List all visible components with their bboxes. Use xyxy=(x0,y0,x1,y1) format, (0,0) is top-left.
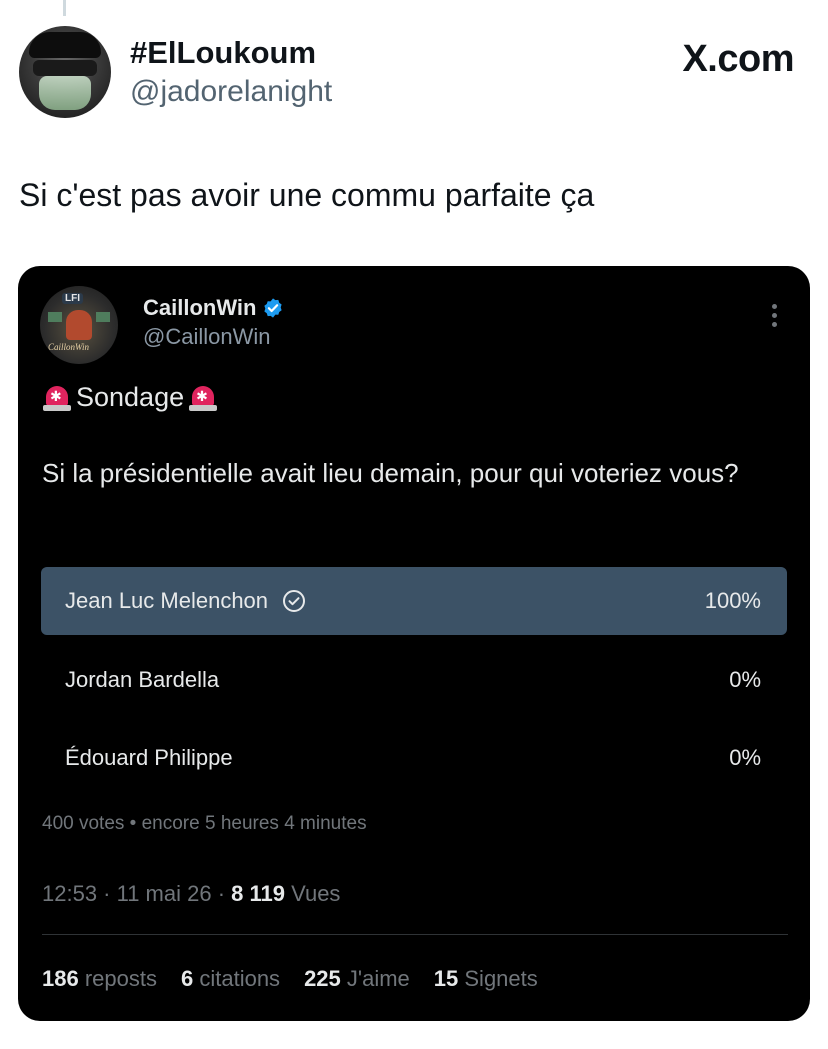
timestamp-text: 12:53 · 11 mai 26 · xyxy=(42,881,232,906)
poll-option-label: Édouard Philippe xyxy=(65,745,233,770)
likes-stat[interactable]: 225 J'aime xyxy=(304,966,410,992)
quoted-avatar[interactable]: LFI CaillonWin xyxy=(40,286,118,364)
views-count: 8 119 xyxy=(231,881,285,906)
siren-icon: ✱ xyxy=(188,384,218,412)
poll-option[interactable]: Jean Luc Melenchon 100% xyxy=(41,567,787,635)
more-options-icon[interactable] xyxy=(772,304,778,327)
poll-meta: 400 votes • encore 5 heures 4 minutes xyxy=(42,813,367,834)
tweet-timestamp[interactable]: 12:53 · 11 mai 26 · 8 119 Vues xyxy=(42,881,340,907)
poll-question: Si la présidentielle avait lieu demain, … xyxy=(42,458,739,488)
quoted-handle[interactable]: @CaillonWin xyxy=(143,324,270,350)
poll-heading: ✱ Sondage ✱ xyxy=(42,382,218,413)
views-label: Vues xyxy=(284,881,341,906)
poll-heading-text: Sondage xyxy=(76,382,185,412)
quoted-tweet-card[interactable]: LFI CaillonWin CaillonWin @CaillonWin ✱ … xyxy=(18,266,810,1021)
poll-option-percent: 100% xyxy=(704,588,761,613)
brand-logo: X.com xyxy=(682,38,794,80)
reposts-stat[interactable]: 186 reposts xyxy=(42,966,157,992)
poll-option[interactable]: Jordan Bardella 0% xyxy=(41,646,787,714)
bookmarks-stat[interactable]: 15 Signets xyxy=(434,966,538,992)
siren-icon: ✱ xyxy=(42,384,72,412)
outer-handle[interactable]: @jadorelanight xyxy=(130,75,332,109)
poll-option-label: Jordan Bardella xyxy=(65,667,220,692)
outer-avatar[interactable] xyxy=(19,26,111,118)
poll-option-percent: 0% xyxy=(729,667,761,692)
verified-badge-icon xyxy=(264,298,283,318)
poll-option-label: Jean Luc Melenchon xyxy=(65,588,269,613)
engagement-stats: 186 reposts 6 citations 225 J'aime 15 Si… xyxy=(42,966,538,992)
avatar-lfi-text: LFI xyxy=(62,293,83,304)
divider xyxy=(42,934,788,935)
avatar-caption-text: CaillonWin xyxy=(48,342,90,352)
citations-stat[interactable]: 6 citations xyxy=(181,966,280,992)
quoted-display-name-row[interactable]: CaillonWin xyxy=(143,295,284,321)
check-circle-icon xyxy=(283,590,306,612)
tweet-text: Si c'est pas avoir une commu parfaite ça xyxy=(19,177,595,213)
poll-option-percent: 0% xyxy=(729,745,761,770)
poll-option[interactable]: Édouard Philippe 0% xyxy=(41,724,787,792)
quoted-display-name[interactable]: CaillonWin xyxy=(143,295,256,321)
outer-display-name[interactable]: #ElLoukoum xyxy=(130,35,316,71)
thread-line xyxy=(63,0,66,16)
